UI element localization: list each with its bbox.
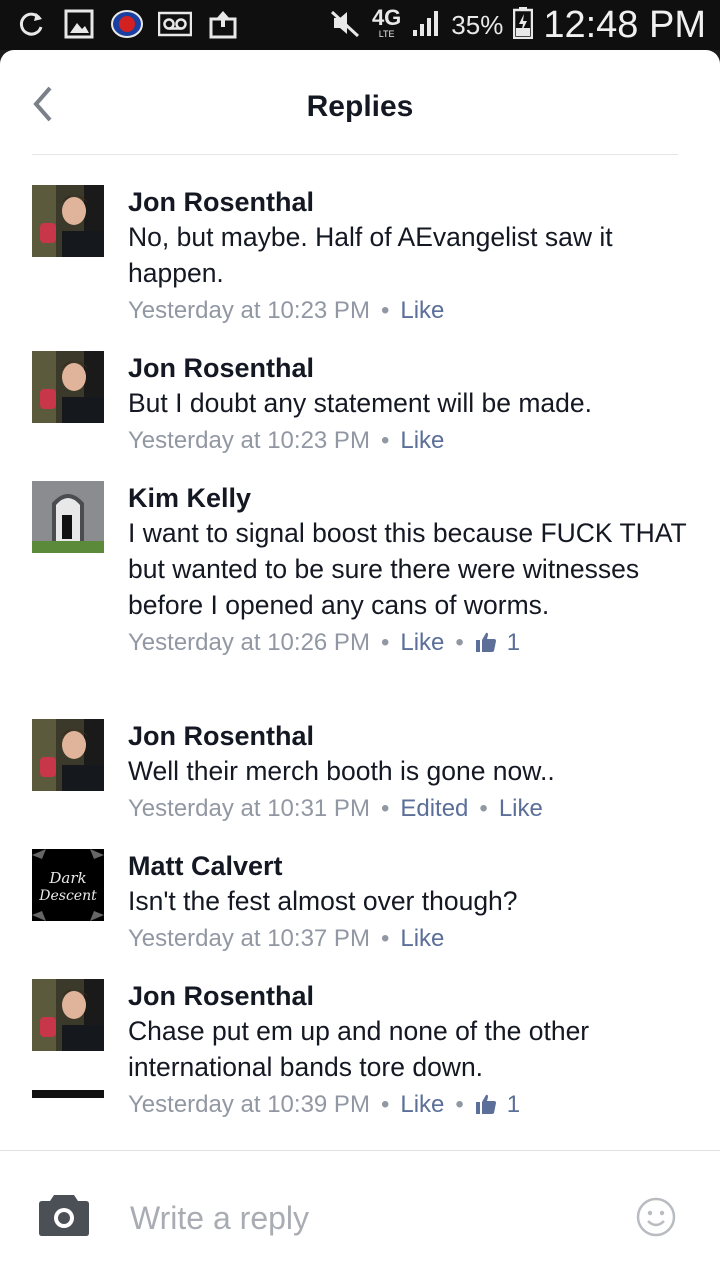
emoji-button[interactable] [636, 1197, 676, 1237]
edited-link[interactable]: Edited [400, 795, 468, 822]
reply-text: Well their merch booth is gone now.. [128, 756, 555, 786]
reply-timestamp: Yesterday at 10:37 PM [128, 925, 370, 952]
reply-timestamp: Yesterday at 10:23 PM [128, 427, 370, 454]
like-count[interactable]: 1 [475, 629, 520, 656]
status-bar: 4G LTE 35% 12:48 PM [0, 0, 720, 50]
like-button[interactable]: Like [400, 629, 444, 656]
reply-author[interactable]: Jon Rosenthal [128, 719, 688, 753]
network-label: 4G [371, 4, 402, 30]
avatar-matt-calvert[interactable]: Dark Descent [32, 849, 104, 921]
reply-text: No, but maybe. Half of AEvangelist saw i… [128, 222, 613, 288]
avatar-jon-rosenthal[interactable] [32, 719, 104, 791]
reply-timestamp: Yesterday at 10:23 PM [128, 297, 370, 324]
network-sub-label: LTE [378, 28, 395, 39]
reply-author[interactable]: Jon Rosenthal [128, 979, 688, 1013]
header: Replies [0, 50, 720, 155]
reply-meta: Yesterday at 10:23 PM • Like [128, 427, 445, 454]
avatar-jon-rosenthal[interactable] [32, 185, 104, 257]
like-button[interactable]: Like [400, 925, 444, 952]
reply-text: I want to signal boost this because FUCK… [128, 518, 687, 620]
avatar-jon-rosenthal[interactable] [32, 979, 104, 1051]
network-type: 4G LTE [371, 4, 402, 42]
reply-meta: Yesterday at 10:26 PM • Like • 1 [128, 629, 521, 656]
page-title: Replies [306, 90, 414, 123]
like-button[interactable]: Like [400, 1091, 444, 1118]
reply-timestamp: Yesterday at 10:26 PM [128, 629, 370, 656]
camera-button[interactable] [38, 1193, 90, 1237]
reply-timestamp: Yesterday at 10:31 PM [128, 795, 370, 822]
reply-author[interactable]: Matt Calvert [128, 849, 688, 883]
reply-timestamp: Yesterday at 10:39 PM [128, 1091, 370, 1118]
reply-meta: Yesterday at 10:37 PM • Like [128, 925, 445, 952]
gallery-icon [62, 7, 96, 41]
like-count-value: 1 [506, 1091, 521, 1118]
reply-meta: Yesterday at 10:31 PM • Edited • Like [128, 795, 543, 822]
reply-list[interactable]: Jon Rosenthal No, but maybe. Half of AEv… [0, 156, 720, 1150]
upload-icon [206, 7, 240, 41]
replies-panel: Replies Jon Rosenthal No, but maybe. Hal… [0, 50, 720, 1280]
smiley-icon [636, 1197, 676, 1237]
avatar-kim-kelly[interactable] [32, 481, 104, 553]
reply-text: Isn't the fest almost over though? [128, 886, 518, 916]
header-divider [32, 154, 678, 155]
battery-icon [513, 7, 534, 44]
sync-icon [14, 7, 48, 41]
avatar-text-dark: Dark [48, 869, 86, 887]
next-reply-avatar-partial [32, 1090, 104, 1098]
signal-icon [411, 8, 441, 43]
mute-icon [330, 8, 362, 43]
reply-author[interactable]: Jon Rosenthal [128, 185, 688, 219]
reply-author[interactable]: Kim Kelly [128, 481, 688, 515]
reply-author[interactable]: Jon Rosenthal [128, 351, 688, 385]
like-button[interactable]: Like [400, 297, 444, 324]
like-button[interactable]: Like [499, 795, 543, 822]
like-button[interactable]: Like [400, 427, 444, 454]
thumbs-up-icon [475, 632, 496, 652]
app-notification-icon [110, 7, 144, 41]
clock: 12:48 PM [543, 4, 706, 46]
reply-meta: Yesterday at 10:39 PM • Like • 1 [128, 1091, 521, 1118]
avatar-jon-rosenthal[interactable] [32, 351, 104, 423]
camera-icon [39, 1195, 89, 1236]
battery-percent: 35% [451, 10, 504, 40]
thumbs-up-icon [475, 1094, 496, 1114]
reply-text: But I doubt any statement will be made. [128, 388, 593, 418]
like-count-value: 1 [506, 629, 521, 656]
reply-input[interactable] [128, 1195, 602, 1241]
voicemail-icon [158, 7, 192, 41]
reply-meta: Yesterday at 10:23 PM • Like [128, 297, 445, 324]
reply-composer [0, 1150, 720, 1280]
like-count[interactable]: 1 [475, 1091, 520, 1118]
avatar-text-descent: Descent [38, 888, 97, 904]
reply-text: Chase put em up and none of the other in… [128, 1016, 590, 1082]
